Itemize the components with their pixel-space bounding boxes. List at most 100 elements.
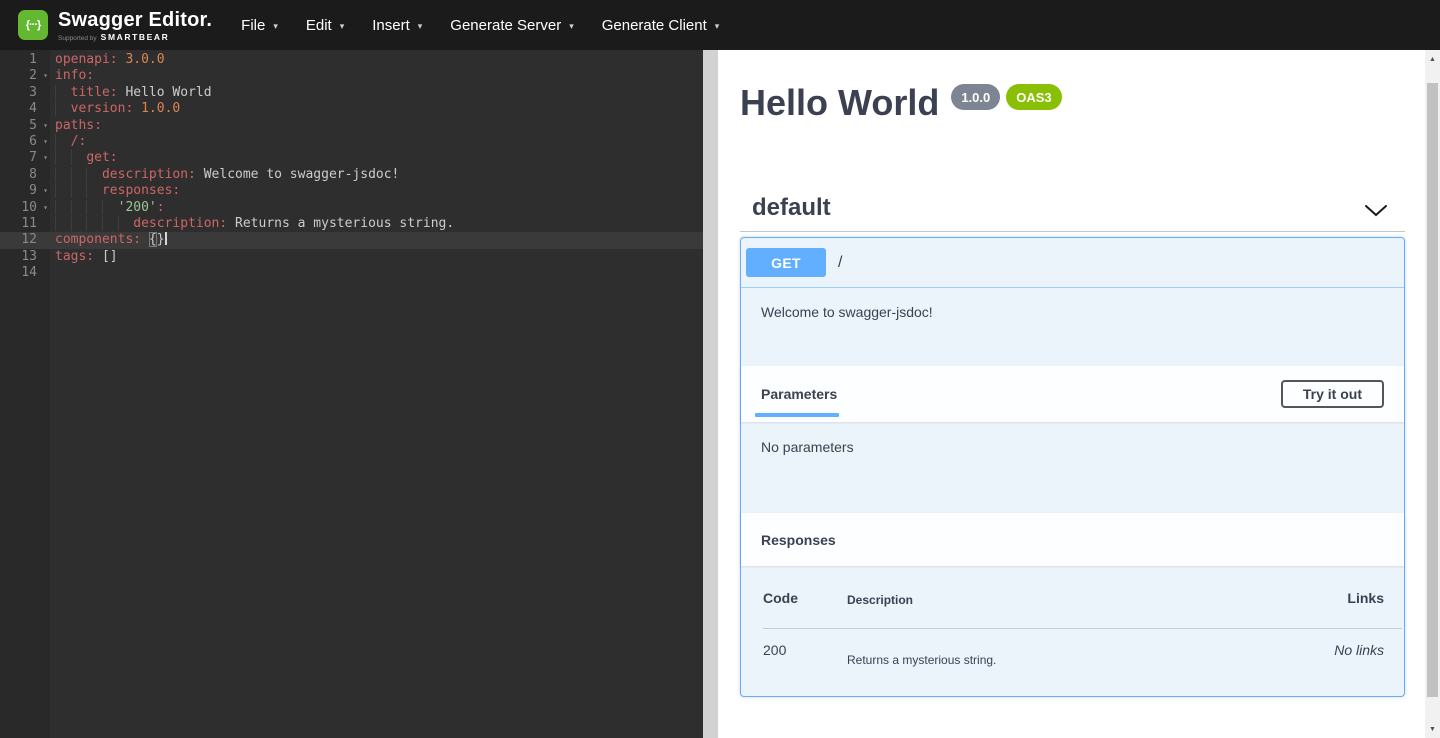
editor-line[interactable]: 6▾ /: bbox=[0, 134, 703, 150]
menu-edit[interactable]: Edit ▾ bbox=[301, 0, 349, 50]
brand-subtitle: Supported by SMARTBEAR bbox=[58, 32, 212, 42]
try-it-out-button[interactable]: Try it out bbox=[1281, 380, 1384, 408]
api-badges: 1.0.0 OAS3 bbox=[951, 84, 1061, 110]
api-info: Hello World 1.0.0 OAS3 bbox=[740, 82, 1062, 124]
editor-line[interactable]: 7▾ get: bbox=[0, 150, 703, 166]
text-cursor bbox=[165, 232, 167, 245]
scroll-up-arrow[interactable]: ▲ bbox=[1425, 52, 1440, 66]
line-number: 11 bbox=[0, 216, 50, 232]
table-divider bbox=[763, 628, 1402, 629]
get-method-button[interactable]: GET bbox=[746, 248, 826, 277]
line-number: 5▾ bbox=[0, 118, 50, 134]
vertical-scrollbar[interactable]: ▲ ▼ bbox=[1425, 50, 1440, 738]
operation-path: / bbox=[838, 254, 842, 272]
responses-header: Responses bbox=[741, 513, 1404, 566]
chevron-down-icon: ▾ bbox=[418, 19, 423, 32]
line-number: 14 bbox=[0, 265, 50, 281]
editor-line[interactable]: 11 description: Returns a mysterious str… bbox=[0, 216, 703, 232]
line-number: 7▾ bbox=[0, 150, 50, 166]
editor-line[interactable]: 4 version: 1.0.0 bbox=[0, 101, 703, 117]
menu-insert[interactable]: Insert ▾ bbox=[367, 0, 427, 50]
column-header-description: Description bbox=[847, 593, 913, 607]
code-text: description: Returns a mysterious string… bbox=[50, 216, 454, 232]
fold-arrow-icon[interactable]: ▾ bbox=[43, 200, 48, 216]
oas3-badge: OAS3 bbox=[1006, 84, 1061, 110]
scroll-down-arrow[interactable]: ▼ bbox=[1425, 722, 1440, 736]
active-tab-indicator bbox=[755, 413, 839, 417]
collapse-chevron-icon[interactable] bbox=[1365, 204, 1387, 222]
operation-summary[interactable]: GET / bbox=[741, 238, 1404, 288]
line-number: 10▾ bbox=[0, 200, 50, 216]
editor-line[interactable]: 5▾paths: bbox=[0, 118, 703, 134]
chevron-down-icon: ▾ bbox=[715, 19, 720, 32]
brand-title: Swagger Editor. bbox=[58, 9, 212, 31]
response-code: 200 bbox=[763, 642, 786, 658]
fold-arrow-icon[interactable]: ▾ bbox=[43, 68, 48, 84]
code-text: tags: [] bbox=[50, 249, 118, 265]
fold-arrow-icon[interactable]: ▾ bbox=[43, 118, 48, 134]
menu-file-label: File bbox=[241, 17, 265, 34]
editor-line[interactable]: 2▾info: bbox=[0, 68, 703, 84]
swagger-ui-pane: Hello World 1.0.0 OAS3 default GET / Wel… bbox=[718, 50, 1425, 738]
fold-arrow-icon[interactable]: ▾ bbox=[43, 134, 48, 150]
line-number: 12 bbox=[0, 232, 50, 248]
code-text: '200': bbox=[50, 200, 165, 216]
swagger-editor-app: {···} Swagger Editor. Supported by SMART… bbox=[0, 0, 1440, 738]
editor-line[interactable]: 1openapi: 3.0.0 bbox=[0, 52, 703, 68]
scrollbar-thumb[interactable] bbox=[1427, 83, 1438, 697]
line-number: 13 bbox=[0, 249, 50, 265]
menu-generate-server[interactable]: Generate Server ▾ bbox=[445, 0, 578, 50]
line-number: 3 bbox=[0, 85, 50, 101]
editor-line[interactable]: 14 bbox=[0, 265, 703, 281]
tag-section-default[interactable]: default bbox=[740, 192, 1405, 232]
menu-edit-label: Edit bbox=[306, 17, 332, 34]
code-text: /: bbox=[50, 134, 86, 150]
line-number: 6▾ bbox=[0, 134, 50, 150]
code-text: info: bbox=[50, 68, 94, 84]
code-text: openapi: 3.0.0 bbox=[50, 52, 165, 68]
pane-splitter[interactable] bbox=[703, 50, 718, 738]
editor-line[interactable]: 10▾ '200': bbox=[0, 200, 703, 216]
editor-line[interactable]: 12components: {} bbox=[0, 232, 703, 248]
line-number: 1 bbox=[0, 52, 50, 68]
code-text bbox=[50, 265, 55, 281]
code-text: version: 1.0.0 bbox=[50, 101, 180, 117]
fold-arrow-icon[interactable]: ▾ bbox=[43, 150, 48, 166]
parameters-header: Parameters Try it out bbox=[741, 366, 1404, 422]
fold-arrow-icon[interactable]: ▾ bbox=[43, 183, 48, 199]
code-text: title: Hello World bbox=[50, 85, 212, 101]
menu-generate-server-label: Generate Server bbox=[450, 17, 561, 34]
code-text: responses: bbox=[50, 183, 180, 199]
operation-description: Welcome to swagger-jsdoc! bbox=[741, 288, 1404, 366]
brand-logo[interactable]: {···} Swagger Editor. Supported by SMART… bbox=[18, 9, 212, 42]
menu-insert-label: Insert bbox=[372, 17, 410, 34]
editor-line[interactable]: 13tags: [] bbox=[0, 249, 703, 265]
supported-by-label: Supported by bbox=[58, 35, 97, 42]
response-links: No links bbox=[1334, 642, 1384, 658]
brand-text: Swagger Editor. Supported by SMARTBEAR bbox=[58, 9, 212, 42]
menu-generate-client-label: Generate Client bbox=[602, 17, 707, 34]
tab-parameters[interactable]: Parameters bbox=[761, 366, 837, 422]
menu-generate-client[interactable]: Generate Client ▾ bbox=[597, 0, 725, 50]
menu-file[interactable]: File ▾ bbox=[236, 0, 283, 50]
editor-line[interactable]: 9▾ responses: bbox=[0, 183, 703, 199]
line-number: 4 bbox=[0, 101, 50, 117]
line-number: 9▾ bbox=[0, 183, 50, 199]
smartbear-label: SMARTBEAR bbox=[101, 32, 170, 42]
chevron-down-icon: ▾ bbox=[340, 19, 345, 32]
topbar: {···} Swagger Editor. Supported by SMART… bbox=[0, 0, 1440, 50]
menu-bar: File ▾ Edit ▾ Insert ▾ Generate Server ▾… bbox=[236, 0, 724, 50]
version-badge: 1.0.0 bbox=[951, 84, 1000, 110]
code-text: paths: bbox=[50, 118, 102, 134]
operation-description-text: Welcome to swagger-jsdoc! bbox=[761, 304, 1384, 320]
code-text: get: bbox=[50, 150, 118, 166]
editor-lines: 1openapi: 3.0.02▾info:3 title: Hello Wor… bbox=[0, 52, 703, 281]
chevron-down-icon: ▾ bbox=[273, 19, 278, 32]
yaml-editor[interactable]: 1openapi: 3.0.02▾info:3 title: Hello Wor… bbox=[0, 50, 703, 738]
response-description: Returns a mysterious string. bbox=[847, 653, 996, 667]
editor-line[interactable]: 8 description: Welcome to swagger-jsdoc! bbox=[0, 167, 703, 183]
no-parameters-message: No parameters bbox=[741, 422, 1404, 513]
column-header-code: Code bbox=[763, 590, 798, 606]
editor-line[interactable]: 3 title: Hello World bbox=[0, 85, 703, 101]
responses-table: Code Description Links 200 Returns a mys… bbox=[741, 566, 1404, 696]
